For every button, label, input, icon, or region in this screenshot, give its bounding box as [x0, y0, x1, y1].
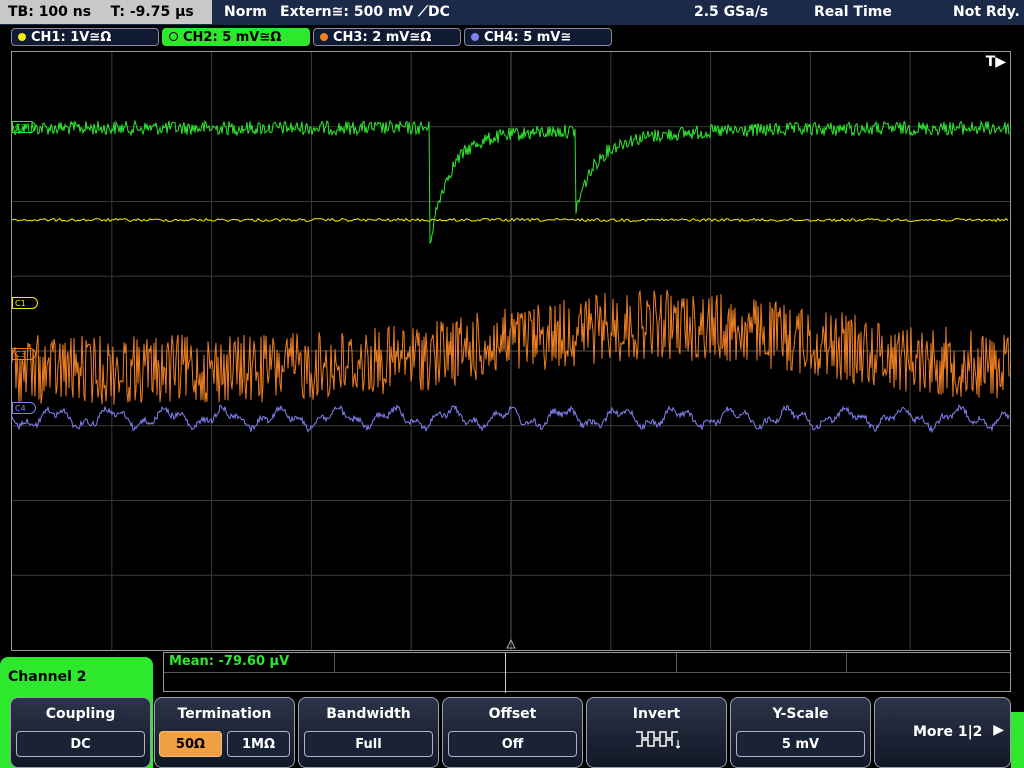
channel-menu-title: Channel 2	[8, 669, 87, 685]
measurement-cell	[676, 653, 847, 672]
coupling-button[interactable]: Coupling DC	[10, 697, 151, 768]
sample-rate[interactable]: 2.5 GSa/s	[694, 0, 768, 24]
ch4-dot-icon	[471, 33, 479, 41]
invert-button[interactable]: Invert	[586, 697, 727, 768]
waveform-display[interactable]: T▶ C2 C1 C3 C4	[11, 51, 1011, 651]
acquisition-status: Not Rdy.	[953, 4, 1020, 20]
termination-1mohm[interactable]: 1MΩ	[227, 731, 290, 757]
trigger-level-icon: T▶	[985, 54, 1006, 70]
offset-button[interactable]: Offset Off	[442, 697, 583, 768]
bandwidth-title: Bandwidth	[326, 706, 411, 722]
measurement-cell	[505, 653, 677, 672]
invert-title: Invert	[632, 706, 681, 722]
ch1-label: CH1: 1V≅Ω	[31, 30, 112, 45]
measurement-bar[interactable]: Mean: -79.60 µV	[163, 652, 1011, 693]
measurement-divider	[164, 672, 1010, 673]
termination-title: Termination	[177, 706, 272, 722]
channel-tab-4[interactable]: CH4: 5 mV≅	[464, 28, 612, 46]
offset-value[interactable]: Off	[448, 731, 577, 757]
timebase-box[interactable]: TB: 100 ns T: -9.75 µs	[0, 0, 212, 24]
ch1-dot-icon	[18, 33, 26, 41]
more-button[interactable]: More 1|2 ▶	[874, 697, 1011, 768]
ch3-dot-icon	[320, 33, 328, 41]
yscale-title: Y-Scale	[772, 706, 829, 722]
ch2-offset-marker[interactable]: C2	[12, 121, 36, 133]
invert-waveform-icon	[636, 731, 681, 749]
acquisition-mode[interactable]: Real Time	[814, 0, 892, 24]
bandwidth-button[interactable]: Bandwidth Full	[298, 697, 439, 768]
ch1-trace	[12, 217, 1009, 223]
ch1-offset-marker[interactable]: C1	[12, 297, 38, 309]
yscale-button[interactable]: Y-Scale 5 mV	[730, 697, 871, 768]
termination-50ohm[interactable]: 50Ω	[159, 731, 222, 757]
waveform-canvas	[12, 52, 1010, 650]
channel-tab-1[interactable]: CH1: 1V≅Ω	[11, 28, 159, 46]
ch4-offset-marker[interactable]: C4	[12, 402, 36, 414]
bandwidth-value[interactable]: Full	[304, 731, 433, 757]
coupling-value[interactable]: DC	[16, 731, 145, 757]
ch4-label: CH4: 5 mV≅	[484, 30, 572, 45]
coupling-title: Coupling	[45, 706, 116, 722]
ch2-label: CH2: 5 mV≅Ω	[183, 30, 282, 45]
trigger-mode[interactable]: Norm	[224, 0, 267, 24]
measurement-cell	[334, 653, 506, 672]
offset-title: Offset	[488, 706, 537, 722]
measurement-separator	[505, 653, 506, 693]
channel-tab-3[interactable]: CH3: 2 mV≅Ω	[313, 28, 461, 46]
timebase-value: TB: 100 ns	[8, 4, 92, 20]
ch3-label: CH3: 2 mV≅Ω	[333, 30, 432, 45]
mean-measurement: Mean: -79.60 µV	[169, 654, 290, 669]
termination-button[interactable]: Termination 50Ω 1MΩ	[154, 697, 295, 768]
ch3-offset-marker[interactable]: C3	[12, 348, 36, 360]
trigger-source[interactable]: Extern≅: 500 mV ⟋DC	[280, 0, 450, 24]
menu-edge-strip	[1011, 712, 1024, 768]
ch2-dot-icon	[169, 32, 178, 41]
more-label: More 1|2	[913, 724, 983, 740]
channel-tab-2[interactable]: CH2: 5 mV≅Ω	[162, 28, 310, 46]
yscale-value[interactable]: 5 mV	[736, 731, 865, 757]
trigger-time-value: T: -9.75 µs	[110, 4, 194, 20]
status-bar: TB: 100 ns T: -9.75 µs Norm Extern≅: 500…	[0, 0, 1024, 25]
next-page-icon: ▶	[993, 722, 1004, 738]
